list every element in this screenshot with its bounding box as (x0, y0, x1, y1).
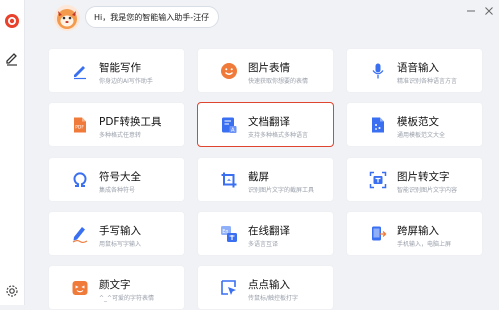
card-title: 点点输入 (248, 279, 290, 291)
card-title: 颜文字 (99, 279, 131, 291)
card-subtitle: 识别图片文字的截屏工具 (248, 187, 315, 194)
left-sidebar (0, 0, 25, 305)
card-subtitle: 手机输入，电脑上屏 (397, 241, 452, 248)
card-image-to-text[interactable]: 图片转文字 智能识别图片文字内容 (346, 157, 483, 202)
pdf-icon: PDF (71, 116, 89, 134)
card-subtitle: ^_^可爱的字符表情 (99, 295, 155, 302)
image-text-icon (369, 171, 387, 189)
template-icon (369, 116, 387, 134)
card-title: 手写输入 (99, 225, 141, 237)
card-symbols[interactable]: 符号大全 集成各种符号 (48, 157, 185, 202)
card-subtitle: 快速获取你想要的表情 (248, 78, 309, 85)
card-title: 语音输入 (397, 62, 439, 74)
card-online-translate[interactable]: En 在线翻译 多语言互译 (197, 211, 334, 256)
card-subtitle: 多语言互译 (248, 241, 279, 248)
card-title: PDF转换工具 (99, 116, 162, 128)
minimize-icon[interactable] (464, 4, 478, 18)
scissors-icon (220, 171, 238, 189)
card-subtitle: 多种格式任意转 (99, 132, 142, 139)
doc-translate-icon: A (220, 116, 238, 134)
card-subtitle: 支持多种格式多种语言 (248, 132, 309, 139)
card-title: 跨屏输入 (397, 225, 439, 237)
top-bar: Hi，我是您的智能输入助手-汪仔 (24, 0, 499, 40)
card-title: 智能写作 (99, 62, 141, 74)
assistant-greeting: Hi，我是您的智能输入助手-汪仔 (85, 6, 219, 28)
smiley-icon (220, 62, 238, 80)
card-subtitle: 智能识别图片文字内容 (397, 187, 458, 194)
logo-icon[interactable] (3, 12, 21, 30)
card-subtitle: 用鼠标写字输入 (99, 241, 142, 248)
card-title: 模板范文 (397, 116, 439, 128)
card-subtitle: 你身边的AI写作助手 (99, 78, 153, 85)
card-title: 符号大全 (99, 171, 141, 183)
omega-icon (71, 171, 89, 189)
svg-text:A: A (231, 128, 235, 134)
card-handwriting[interactable]: 手写输入 用鼠标写字输入 (48, 211, 185, 256)
cross-screen-icon (369, 225, 387, 243)
close-icon[interactable] (482, 4, 496, 18)
card-title: 截屏 (248, 171, 269, 183)
card-image-emoji[interactable]: 图片表情 快速获取你想要的表情 (197, 48, 334, 93)
card-voice-input[interactable]: 语音输入 精准识别各种语言方言 (346, 48, 483, 93)
card-subtitle: 集成各种符号 (99, 187, 136, 194)
emoticon-icon (71, 279, 89, 297)
svg-text:PDF: PDF (75, 125, 84, 131)
translate-icon: En (220, 225, 238, 243)
card-screenshot[interactable]: 截屏 识别图片文字的截屏工具 (197, 157, 334, 202)
card-subtitle: 通用模板范文大全 (397, 132, 446, 139)
card-smart-writing[interactable]: 智能写作 你身边的AI写作助手 (48, 48, 185, 93)
main-panel: Hi，我是您的智能输入助手-汪仔 智能写作 你身边的AI写作助手 图片表情 快速… (24, 0, 499, 310)
settings-icon[interactable] (3, 282, 21, 300)
pen-icon (71, 62, 89, 80)
card-subtitle: 精准识别各种语言方言 (397, 78, 458, 85)
card-title: 在线翻译 (248, 225, 290, 237)
card-title: 文档翻译 (248, 116, 290, 128)
card-template[interactable]: 模板范文 通用模板范文大全 (346, 102, 483, 147)
handwrite-icon (71, 225, 89, 243)
card-emoticon[interactable]: 颜文字 ^_^可爱的字符表情 (48, 265, 185, 310)
card-doc-translate[interactable]: A 文档翻译 支持多种格式多种语言 (197, 102, 334, 147)
point-input-icon (220, 279, 238, 297)
mic-icon (369, 62, 387, 80)
assistant-avatar[interactable] (54, 5, 80, 31)
card-cross-screen[interactable]: 跨屏输入 手机输入，电脑上屏 (346, 211, 483, 256)
card-subtitle: 传鼠标/触控板打字 (248, 295, 299, 302)
card-title: 图片转文字 (397, 171, 450, 183)
card-pdf-tool[interactable]: PDF PDF转换工具 多种格式任意转 (48, 102, 185, 147)
edit-icon[interactable] (3, 50, 21, 68)
card-point-input[interactable]: 点点输入 传鼠标/触控板打字 (197, 265, 334, 310)
card-title: 图片表情 (248, 62, 290, 74)
